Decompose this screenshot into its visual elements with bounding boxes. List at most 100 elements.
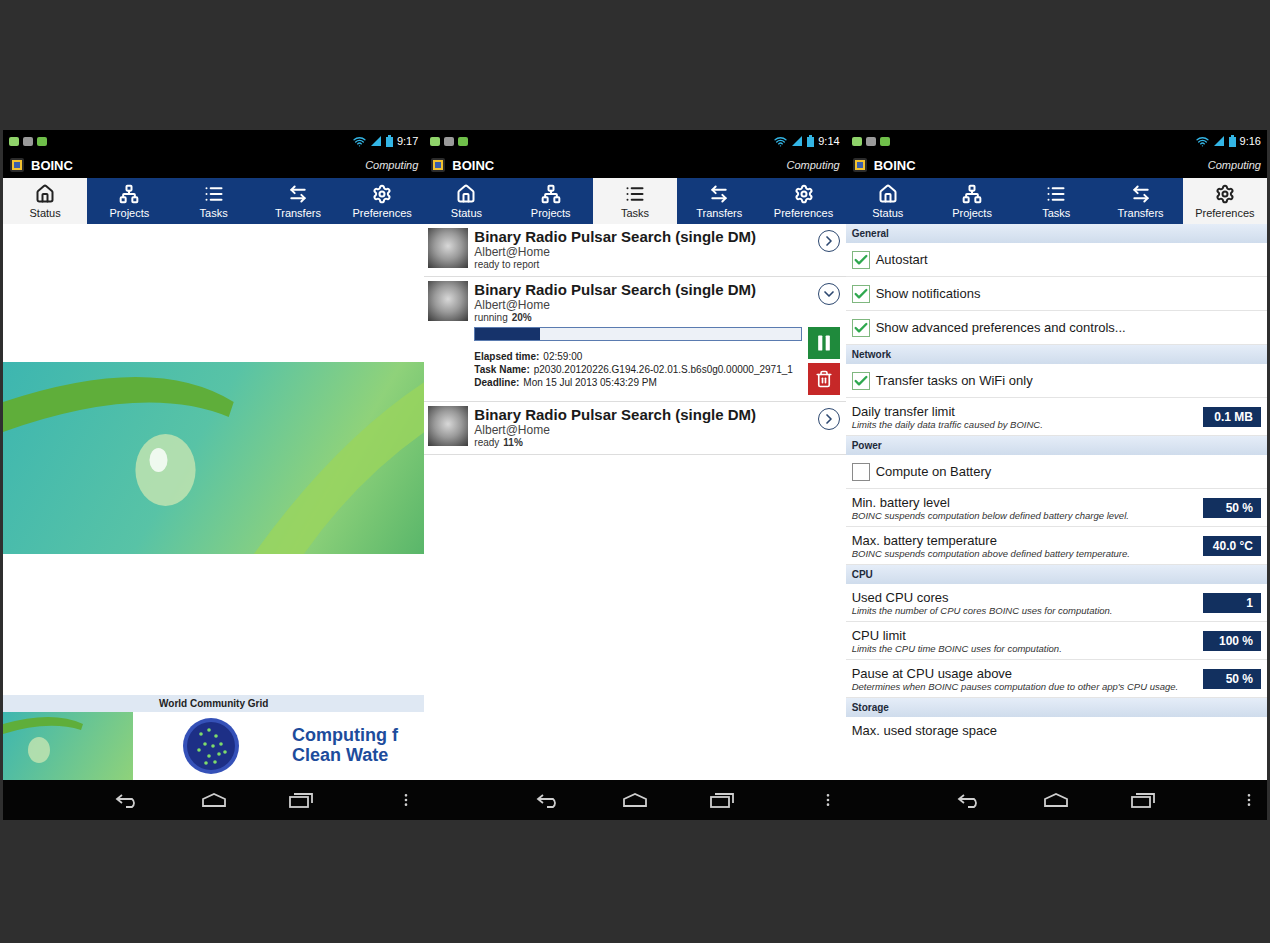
expand-button[interactable] xyxy=(818,408,840,430)
task-body: Binary Radio Pulsar Search (single DM)Al… xyxy=(474,228,811,270)
value-description: Determines when BOINC pauses computation… xyxy=(852,681,1195,692)
delete-button[interactable] xyxy=(808,363,840,395)
value-row[interactable]: Daily transfer limitLimits the daily dat… xyxy=(846,398,1267,436)
tab[interactable]: Tasks xyxy=(1014,178,1098,224)
recents-icon[interactable] xyxy=(288,792,314,808)
transfer-icon xyxy=(1131,184,1151,204)
section-header: Power xyxy=(846,436,1267,455)
section-header: Network xyxy=(846,345,1267,364)
app-bar: BOINCComputing xyxy=(424,152,845,178)
checkbox-row[interactable]: Show notifications xyxy=(846,277,1267,311)
value-chip: 0.1 MB xyxy=(1203,407,1261,427)
tab-label: Preferences xyxy=(353,207,412,219)
back-icon[interactable] xyxy=(535,792,561,808)
task-header: Binary Radio Pulsar Search (single DM)Al… xyxy=(428,281,839,323)
home-nav-icon[interactable] xyxy=(621,792,649,808)
task-row[interactable]: Binary Radio Pulsar Search (single DM)Al… xyxy=(424,224,845,277)
tab[interactable]: Transfers xyxy=(677,178,761,224)
menu-button[interactable] xyxy=(398,792,424,808)
value-label: Used CPU cores xyxy=(852,590,1195,605)
value-text: CPU limitLimits the CPU time BOINC uses … xyxy=(852,628,1195,654)
detail-line: Deadline:Mon 15 Jul 2013 05:43:29 PM xyxy=(474,377,801,388)
checkbox[interactable] xyxy=(852,285,870,303)
checkbox[interactable] xyxy=(852,372,870,390)
menu-button[interactable] xyxy=(820,792,846,808)
tab[interactable]: Status xyxy=(3,178,87,224)
value-chip: 1 xyxy=(1203,593,1261,613)
notification-icon xyxy=(9,137,19,146)
tab[interactable]: Transfers xyxy=(256,178,340,224)
checkbox-label: Show advanced preferences and controls..… xyxy=(876,320,1126,335)
tab[interactable]: Status xyxy=(424,178,508,224)
back-icon[interactable] xyxy=(114,792,140,808)
checkbox[interactable] xyxy=(852,251,870,269)
checkbox[interactable] xyxy=(852,319,870,337)
back-icon[interactable] xyxy=(956,792,982,808)
notification-icon xyxy=(37,137,47,146)
value-text: Daily transfer limitLimits the daily dat… xyxy=(852,404,1195,430)
status-indicators: 9:16 xyxy=(1196,135,1261,148)
tab[interactable]: Projects xyxy=(87,178,171,224)
recents-icon[interactable] xyxy=(709,792,735,808)
tab[interactable]: Tasks xyxy=(593,178,677,224)
battery-icon xyxy=(386,135,393,147)
banner-photo xyxy=(3,712,133,780)
gear-icon xyxy=(794,184,814,204)
signal-icon xyxy=(370,135,382,147)
checkbox-row[interactable]: Autostart xyxy=(846,243,1267,277)
chevron-down-icon xyxy=(821,286,837,302)
checkbox-row[interactable]: Show advanced preferences and controls..… xyxy=(846,311,1267,345)
value-row[interactable]: Min. battery levelBOINC suspends computa… xyxy=(846,489,1267,527)
checkbox[interactable] xyxy=(852,463,870,481)
status-bar: 9:17 xyxy=(3,130,424,152)
banner-text: Computing fClean Wate xyxy=(288,712,424,780)
tab[interactable]: Preferences xyxy=(1183,178,1267,224)
label-row[interactable]: Max. used storage space xyxy=(846,717,1267,743)
menu-button[interactable] xyxy=(1241,792,1267,808)
tab[interactable]: Status xyxy=(846,178,930,224)
value-description: BOINC suspends computation below defined… xyxy=(852,510,1195,521)
pause-button[interactable] xyxy=(808,327,840,359)
app-status: Computing xyxy=(1208,159,1261,171)
detail-line: Elapsed time:02:59:00 xyxy=(474,351,801,362)
screens-row: 9:17BOINCComputingStatusProjectsTasksTra… xyxy=(3,130,1267,820)
tab[interactable]: Transfers xyxy=(1098,178,1182,224)
task-row[interactable]: Binary Radio Pulsar Search (single DM)Al… xyxy=(424,277,845,402)
tab[interactable]: Tasks xyxy=(172,178,256,224)
signal-icon xyxy=(791,135,803,147)
recents-icon[interactable] xyxy=(1130,792,1156,808)
task-body: Binary Radio Pulsar Search (single DM)Al… xyxy=(474,406,811,448)
status-bar: 9:14 xyxy=(424,130,845,152)
tab[interactable]: Projects xyxy=(509,178,593,224)
network-icon xyxy=(119,184,139,204)
notification-icons xyxy=(430,137,468,146)
project-banner[interactable]: World Community GridComputing fClean Wat… xyxy=(3,695,424,780)
tab[interactable]: Preferences xyxy=(761,178,845,224)
checkbox-row[interactable]: Transfer tasks on WiFi only xyxy=(846,364,1267,398)
trash-icon xyxy=(815,370,833,388)
expand-button[interactable] xyxy=(818,283,840,305)
phone-screen: 9:17BOINCComputingStatusProjectsTasksTra… xyxy=(3,130,424,820)
banner-text-line: Computing f xyxy=(292,726,420,746)
project-avatar xyxy=(428,228,468,268)
value-row[interactable]: CPU limitLimits the CPU time BOINC uses … xyxy=(846,622,1267,660)
nav-bar xyxy=(424,780,845,820)
value-row[interactable]: Pause at CPU usage aboveDetermines when … xyxy=(846,660,1267,698)
tab-bar: StatusProjectsTasksTransfersPreferences xyxy=(846,178,1267,224)
value-row[interactable]: Max. battery temperatureBOINC suspends c… xyxy=(846,527,1267,565)
checkbox-row[interactable]: Compute on Battery xyxy=(846,455,1267,489)
value-row[interactable]: Used CPU coresLimits the number of CPU c… xyxy=(846,584,1267,622)
task-body: Binary Radio Pulsar Search (single DM)Al… xyxy=(474,281,811,323)
battery-icon xyxy=(1229,135,1236,147)
home-nav-icon[interactable] xyxy=(200,792,228,808)
tab[interactable]: Preferences xyxy=(340,178,424,224)
home-nav-icon[interactable] xyxy=(1042,792,1070,808)
page: 9:17BOINCComputingStatusProjectsTasksTra… xyxy=(0,0,1270,943)
expand-button[interactable] xyxy=(818,230,840,252)
value-label: Max. battery temperature xyxy=(852,533,1195,548)
banner-text-line: Clean Wate xyxy=(292,746,420,766)
task-row[interactable]: Binary Radio Pulsar Search (single DM)Al… xyxy=(424,402,845,455)
tab[interactable]: Projects xyxy=(930,178,1014,224)
task-name: Binary Radio Pulsar Search (single DM) xyxy=(474,228,811,245)
app-title: BOINC xyxy=(874,158,916,173)
